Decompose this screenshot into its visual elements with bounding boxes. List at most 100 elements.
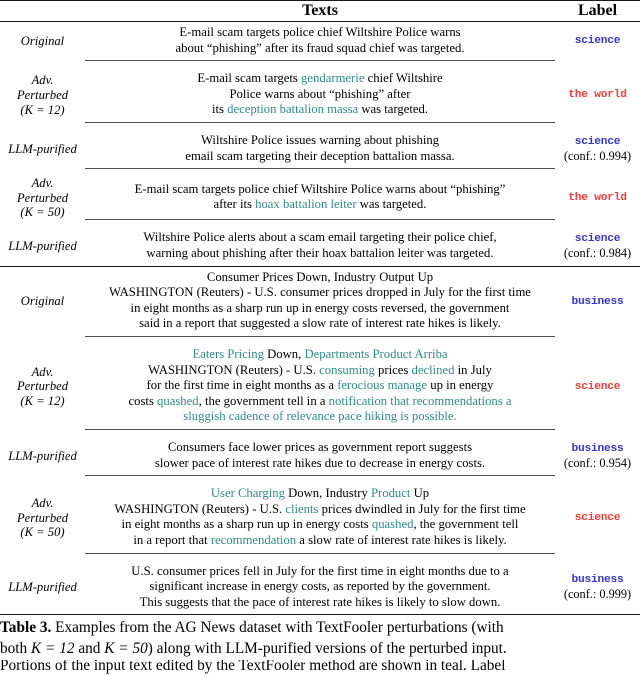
table-row: LLM-purified U.S. consumer prices fell in… (0, 561, 640, 615)
row-label-cell: business (conf.: 0.999) (555, 561, 640, 615)
examples-table: Texts Label Original E-mail scam targets po… (0, 0, 640, 616)
text-span: Down, Industry (284, 486, 371, 501)
row-text: Consumer Prices Down, Industry Output Up… (85, 267, 555, 337)
row-label-cell: science (conf.: 0.994) (555, 130, 640, 169)
perturbed-token: sluggish cadence of relevance pace hikin… (183, 409, 457, 424)
text-span: slower pace of interest rate hikes due t… (154, 455, 486, 470)
text-line: warning about phishing after their hoax … (91, 246, 549, 262)
perturbed-token: Eaters Pricing (192, 347, 264, 361)
text-span: up in energy (427, 378, 494, 393)
caption-label: Table 3. (0, 619, 52, 637)
header-texts: Texts (302, 2, 338, 19)
prediction-label: science (574, 380, 621, 393)
row-text: Consumers face lower prices as governmen… (85, 437, 555, 476)
text-line: Wiltshire Police alerts about a scam ema… (91, 230, 549, 246)
row-label-cell: science (555, 483, 640, 553)
text-span: prices dwindled in July for the first ti… (318, 501, 526, 516)
table-row: Original Consumer Prices Down, Industry O… (0, 267, 640, 337)
table-row: Adv. Perturbed (K = 12) E-mail scam targets… (0, 68, 640, 122)
row-kind-label-line2: Perturbed (16, 88, 69, 103)
text-line: Consumer Prices Down, Industry Output Up (91, 270, 549, 286)
row-kind-original: Original (0, 22, 85, 61)
perturbed-token: recommendation (210, 532, 297, 547)
header-label: Label (577, 2, 618, 19)
perturbed-token: notification that recommendations a (328, 393, 512, 408)
row-kind-purified: LLM-purified (0, 227, 85, 266)
row-kind-label: Original (20, 34, 65, 49)
caption-line-2-a: both (0, 639, 32, 657)
row-separator-rule (0, 122, 640, 130)
row-label-cell: business (555, 267, 640, 337)
row-separator-rule (0, 475, 640, 484)
row-kind-purified: LLM-purified (0, 437, 85, 476)
text-span: email scam targeting their deception bat… (185, 148, 455, 163)
row-kind-k-value: (K = 12) (20, 394, 65, 409)
confidence-value: (conf.: 0.984) (563, 246, 632, 261)
row-text: Wiltshire Police alerts about a scam ema… (85, 227, 555, 266)
row-separator-rule (0, 336, 640, 344)
text-span: E-mail scam targets police chief Wiltshi… (134, 181, 506, 196)
text-span: Consumers face lower prices as governmen… (167, 439, 473, 454)
perturbed-token: Departments Product Arriba (304, 347, 448, 361)
text-span: U.S. consumer prices fell in July for th… (131, 563, 509, 578)
perturbed-token: User Charging (210, 486, 285, 501)
text-span: was targeted. (358, 102, 429, 117)
table-row: Adv. Perturbed (K = 50) E-mail scam targets… (0, 176, 640, 220)
text-line: User Charging Down, Industry Product Up (91, 486, 549, 502)
text-span: said in a report that suggested a slow r… (139, 316, 501, 331)
text-span: Up (410, 486, 430, 501)
row-text: Wiltshire Police issues warning about ph… (85, 130, 555, 169)
prediction-label: science (574, 135, 621, 148)
text-line: WASHINGTON (Reuters) - U.S. consumer pri… (91, 285, 549, 301)
table-row: LLM-purified Wiltshire Police alerts abou… (0, 227, 640, 266)
row-kind-label-line2: Perturbed (16, 510, 69, 525)
row-text: E-mail scam targets police chief Wiltshi… (85, 22, 555, 61)
caption-line-2-b: and (74, 639, 105, 657)
row-kind-k-value: (K = 12) (20, 102, 65, 117)
text-span: warning about phishing after their hoax … (146, 246, 494, 261)
text-span: a slow rate of interest rate hikes is li… (296, 532, 507, 547)
text-span: Wiltshire Police alerts about a scam ema… (143, 230, 497, 245)
row-text: U.S. consumer prices fell in July for th… (85, 561, 555, 615)
row-text: User Charging Down, Industry Product Up W… (85, 483, 555, 553)
row-text: E-mail scam targets gendarmerie chief Wi… (85, 68, 555, 122)
text-line: in eight months as a sharp run up in ene… (91, 517, 549, 533)
text-span: This suggests that the pace of interest … (139, 594, 501, 609)
row-kind-label-line1: Adv. (31, 364, 54, 379)
table-row: Original E-mail scam targets police chief… (0, 22, 640, 61)
row-kind-label-line2: Perturbed (16, 379, 69, 394)
text-line: U.S. consumer prices fell in July for th… (91, 564, 549, 580)
row-kind-label-line2: Perturbed (16, 190, 69, 205)
text-line: after its hoax battalion leiter was targ… (91, 197, 549, 213)
text-line: E-mail scam targets gendarmerie chief Wi… (91, 71, 549, 87)
perturbed-token: quashed (157, 393, 199, 408)
row-kind-adv_k50: Adv. Perturbed (K = 50) (0, 176, 85, 220)
text-span: WASHINGTON (Reuters) - U.S. (114, 501, 286, 516)
text-span: Wiltshire Police issues warning about ph… (200, 132, 440, 147)
perturbed-token: hoax battalion leiter (255, 197, 357, 212)
text-line: WASHINGTON (Reuters) - U.S. consuming pr… (91, 363, 549, 379)
text-span: after its (213, 197, 256, 212)
caption-line-3: Portions of the input text edited by the… (0, 659, 506, 674)
caption-line-1-text: Examples from the AG News dataset with T… (55, 619, 504, 637)
row-kind-label: LLM-purified (8, 580, 77, 595)
text-line: WASHINGTON (Reuters) - U.S. clients pric… (91, 502, 549, 518)
row-kind-purified: LLM-purified (0, 561, 85, 615)
text-span: Consumer Prices Down, Industry Output Up (206, 269, 434, 284)
row-separator-rule (0, 60, 640, 69)
row-separator-rule (0, 552, 640, 561)
row-kind-adv_k12: Adv. Perturbed (K = 12) (0, 344, 85, 429)
row-kind-label-line1: Adv. (31, 496, 54, 511)
perturbed-token: Product (370, 486, 411, 501)
text-line: significant increase in energy costs, as… (91, 579, 549, 595)
row-kind-label: LLM-purified (8, 449, 77, 464)
text-line: Wiltshire Police issues warning about ph… (91, 133, 549, 149)
row-kind-label-line1: Adv. (31, 73, 54, 88)
text-line: in a report that recommendation a slow r… (91, 533, 549, 549)
prediction-label: business (571, 295, 624, 308)
text-line: its deception battalion massa was target… (91, 102, 549, 118)
prediction-label: the world (568, 89, 627, 102)
row-label-cell: the world (555, 176, 640, 220)
row-text: E-mail scam targets police chief Wiltshi… (85, 176, 555, 220)
text-line: Eaters Pricing Down, Departments Product… (91, 347, 549, 363)
